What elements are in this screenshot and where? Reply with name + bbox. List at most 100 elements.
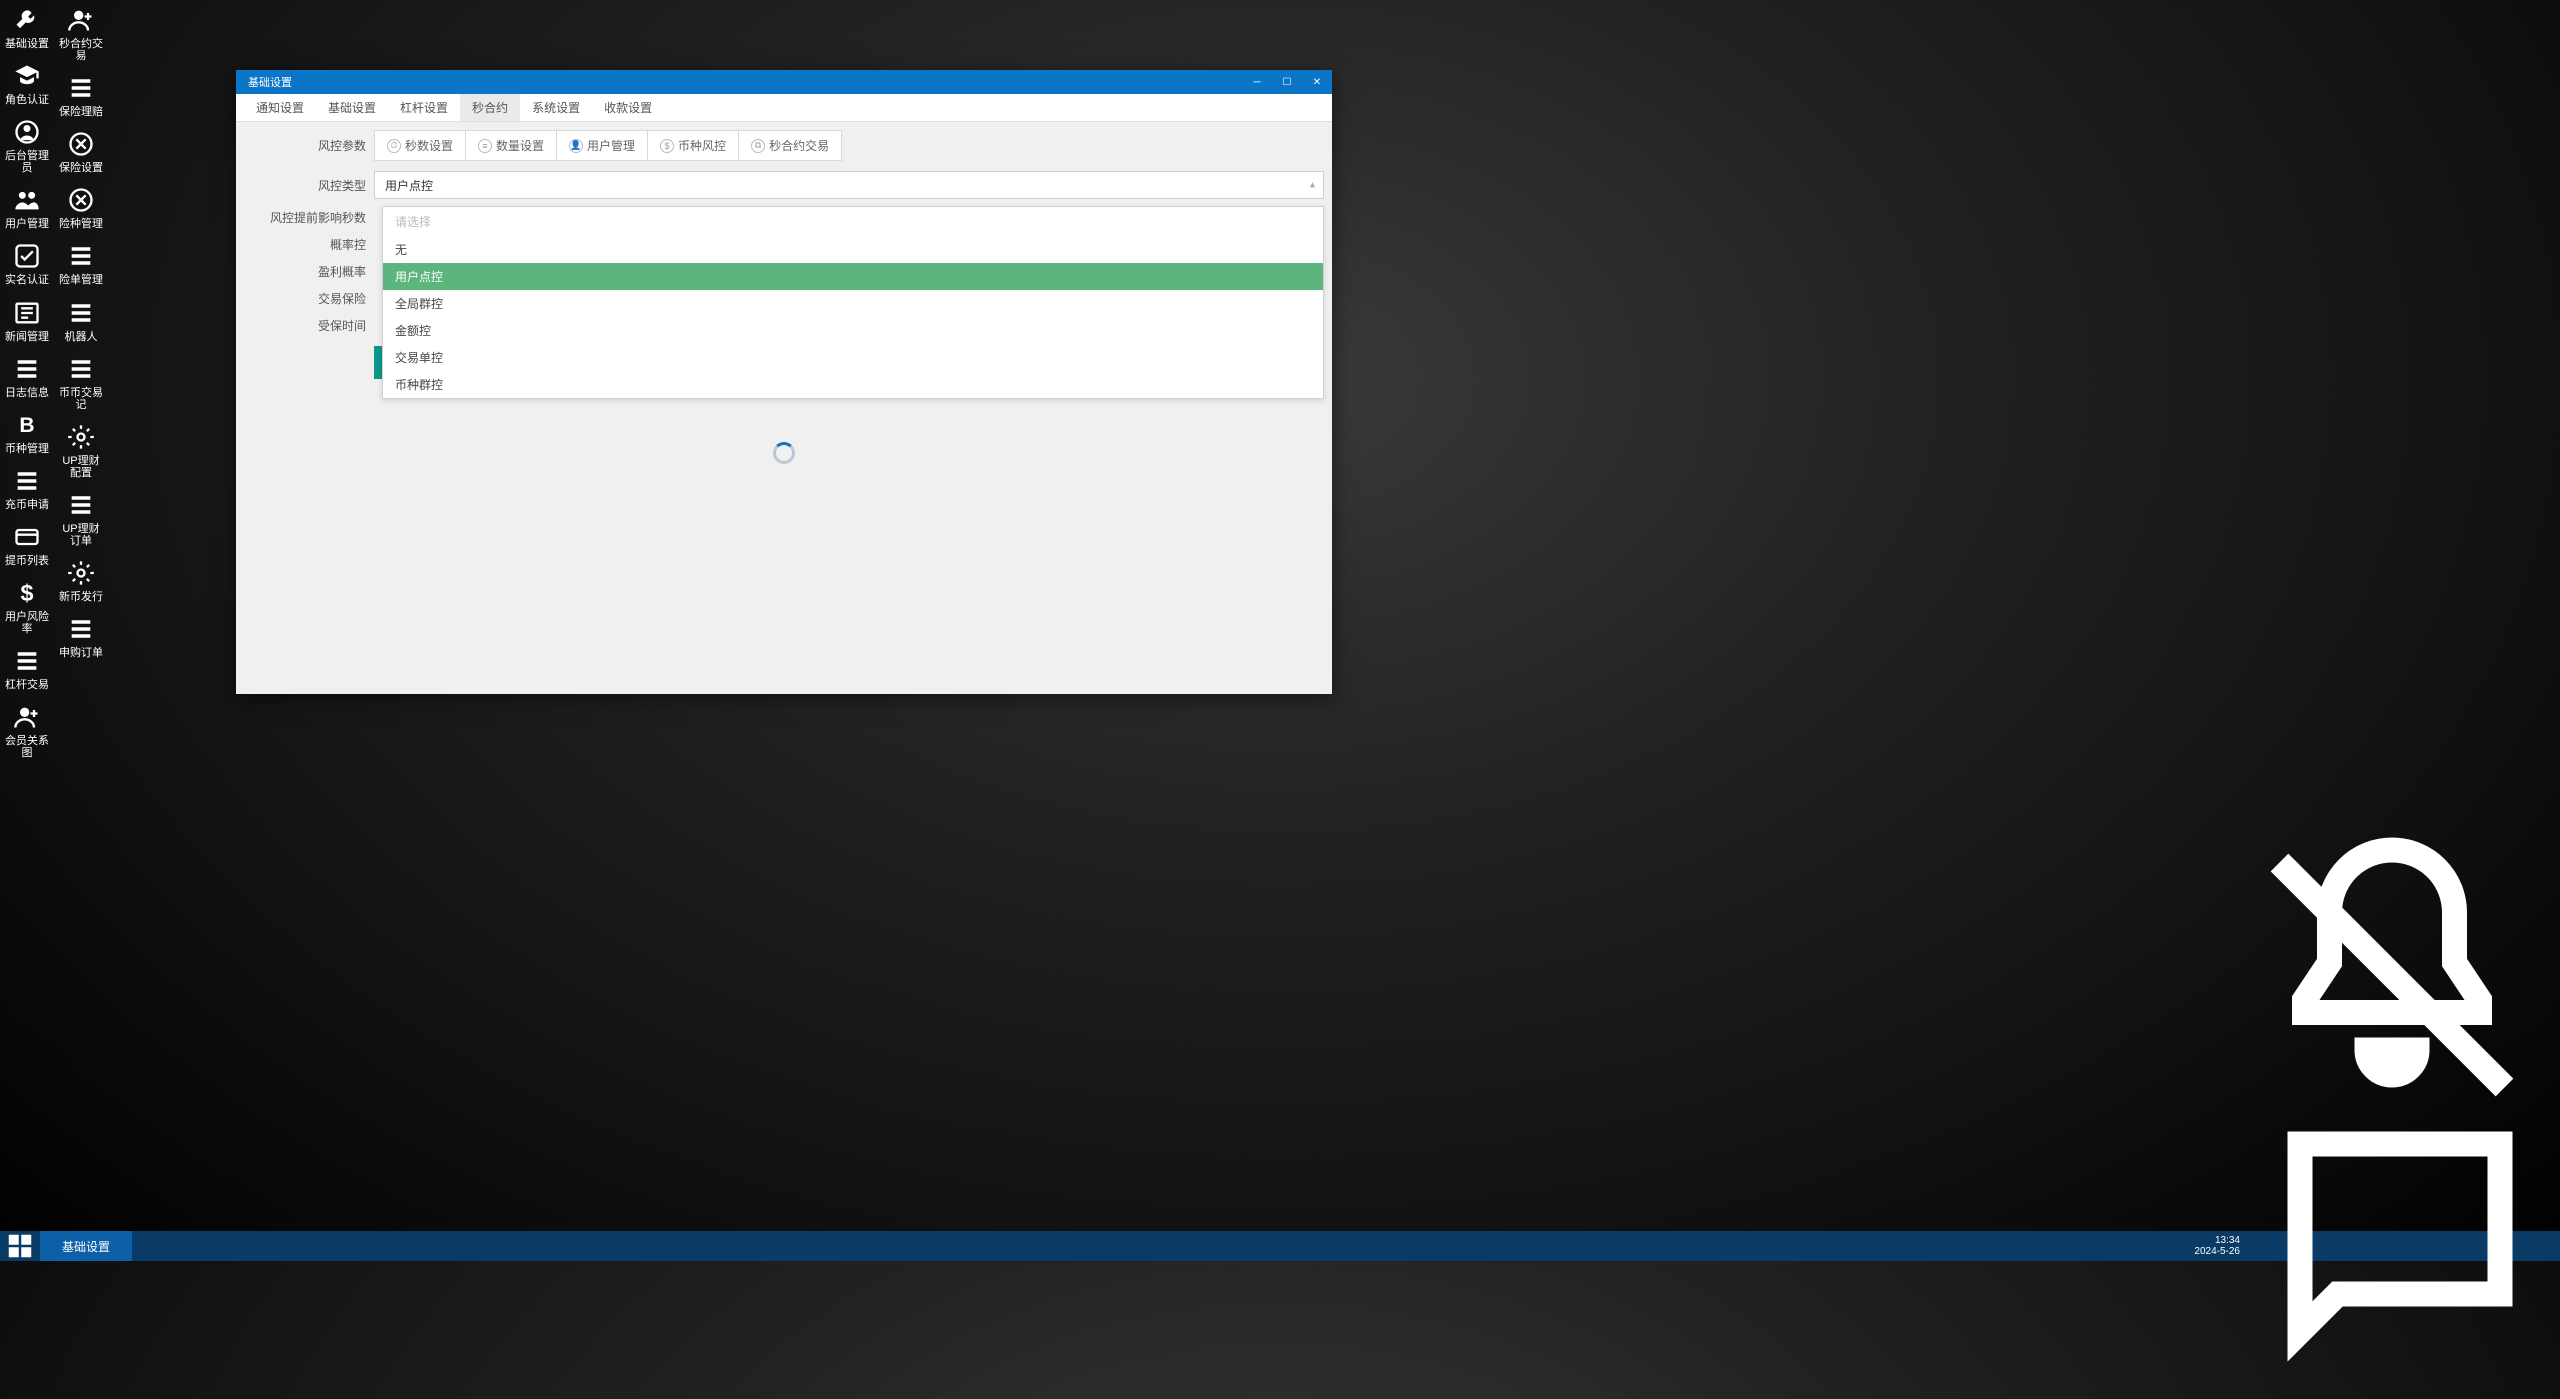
close-button[interactable]: ✕ <box>1302 70 1332 94</box>
subtab-icon: 👤 <box>569 139 583 153</box>
desktop-icon-UP理财配置[interactable]: UP理财配置 <box>58 421 104 481</box>
desktop-icon-用户风险率[interactable]: $ 用户风险率 <box>4 577 50 637</box>
desktop-icon-新币发行[interactable]: 新币发行 <box>58 557 104 605</box>
desktop-icon-保险理赔[interactable]: 保险理赔 <box>58 72 104 120</box>
list-icon <box>13 355 41 383</box>
wrench-icon <box>13 6 41 34</box>
card-icon <box>13 523 41 551</box>
window-content: 风控参数 ⏱秒数设置 ≡ 数量设置 👤用户管理$币种风控⧉秒合约交易 风控类型 用户点… <box>236 122 1332 694</box>
desktop-icon-基础设置[interactable]: 基础设置 <box>4 4 50 52</box>
desktop-icon-会员关系图[interactable]: 会员关系图 <box>4 701 50 761</box>
prob-label: 概率控 <box>244 236 374 253</box>
desktop-icon-后台管理员[interactable]: 后台管理员 <box>4 116 50 176</box>
desktop-icon-label: 杠杆交易 <box>5 679 49 691</box>
loading-spinner-icon <box>773 442 795 464</box>
subtab-秒合约交易[interactable]: ⧉秒合约交易 <box>739 131 841 160</box>
desktop-icon-实名认证[interactable]: 实名认证 <box>4 240 50 288</box>
check-icon <box>13 242 41 270</box>
list-icon <box>67 355 95 383</box>
prot-label: 受保时间 <box>244 317 374 334</box>
settings-window: 基础设置 ─ ☐ ✕ 通知设置基础设置杠杆设置秒合约系统设置收款设置 风控参数 … <box>236 70 1332 694</box>
desktop-icon-充币申请[interactable]: 充币申请 <box>4 465 50 513</box>
dropdown-option[interactable]: 金额控 <box>383 317 1323 344</box>
desktop-icon-label: 机器人 <box>65 331 98 343</box>
desktop-icon-label: 秒合约交易 <box>58 38 104 62</box>
desktop-icon-label: 保险理赔 <box>59 106 103 118</box>
desktop-icon-label: 实名认证 <box>5 274 49 286</box>
news-icon <box>13 299 41 327</box>
dropdown-option[interactable]: 全局群控 <box>383 290 1323 317</box>
notifications-muted-icon[interactable] <box>2242 825 2542 1131</box>
dropdown-option[interactable]: 交易单控 <box>383 344 1323 371</box>
svg-text:B: B <box>19 414 34 437</box>
subtabs: ⏱秒数设置 ≡ 数量设置 👤用户管理$币种风控⧉秒合约交易 <box>374 130 842 161</box>
ins-label: 交易保险 <box>244 290 374 307</box>
desktop-icon-UP理财订单[interactable]: UP理财订单 <box>58 489 104 549</box>
desktop: 基础设置角色认证后台管理员用户管理实名认证新闻管理日志信息B币种管理充币申请提币… <box>0 0 2560 1261</box>
subtab-label: 秒合约交易 <box>769 137 829 154</box>
desktop-icon-币币交易记[interactable]: 币币交易记 <box>58 353 104 413</box>
desktop-icon-label: 用户风险率 <box>4 611 50 635</box>
desktop-icon-险单管理[interactable]: 险单管理 <box>58 240 104 288</box>
tab-收款设置[interactable]: 收款设置 <box>592 94 664 121</box>
window-title: 基础设置 <box>236 74 304 90</box>
minimize-button[interactable]: ─ <box>1242 70 1272 94</box>
list-icon <box>13 467 41 495</box>
desktop-icon-label: UP理财订单 <box>58 523 104 547</box>
dropdown-option[interactable]: 无 <box>383 236 1323 263</box>
type-label: 风控类型 <box>244 177 374 194</box>
desktop-icon-申购订单[interactable]: 申购订单 <box>58 613 104 661</box>
desktop-icon-label: 币种管理 <box>5 443 49 455</box>
start-button[interactable] <box>0 1231 40 1261</box>
chat-icon[interactable] <box>2250 1094 2550 1399</box>
desktop-icon-机器人[interactable]: 机器人 <box>58 297 104 345</box>
desktop-icon-label: 日志信息 <box>5 387 49 399</box>
tab-系统设置[interactable]: 系统设置 <box>520 94 592 121</box>
tab-杠杆设置[interactable]: 杠杆设置 <box>388 94 460 121</box>
desktop-icon-label: 用户管理 <box>5 218 49 230</box>
param-label: 风控参数 <box>244 137 374 154</box>
userplus-icon <box>67 6 95 34</box>
subtab-label: 数量设置 <box>496 137 544 154</box>
list-icon <box>67 491 95 519</box>
dropdown-option[interactable]: 币种群控 <box>383 371 1323 398</box>
desktop-icon-label: 新币发行 <box>59 591 103 603</box>
taskbar-task[interactable]: 基础设置 <box>40 1231 132 1261</box>
desktop-icon-label: 基础设置 <box>5 38 49 50</box>
dropdown-option[interactable]: 用户点控 <box>383 263 1323 290</box>
risk-type-dropdown[interactable]: 请选择 无用户点控全局群控金额控交易单控币种群控 <box>382 206 1324 399</box>
grad-icon <box>13 62 41 90</box>
subtab-用户管理[interactable]: 👤用户管理 <box>557 131 648 160</box>
userplus-icon <box>13 703 41 731</box>
desktop-icon-label: 充币申请 <box>5 499 49 511</box>
risk-type-select[interactable]: 用户点控 ▴ <box>374 171 1324 199</box>
desktop-icon-label: 提币列表 <box>5 555 49 567</box>
desktop-icon-用户管理[interactable]: 用户管理 <box>4 184 50 232</box>
tab-基础设置[interactable]: 基础设置 <box>316 94 388 121</box>
desktop-icon-提币列表[interactable]: 提币列表 <box>4 521 50 569</box>
maximize-button[interactable]: ☐ <box>1272 70 1302 94</box>
dollar-icon: $ <box>13 579 41 607</box>
tab-通知设置[interactable]: 通知设置 <box>244 94 316 121</box>
dropdown-placeholder: 请选择 <box>383 207 1323 236</box>
desktop-icon-保险设置[interactable]: 保险设置 <box>58 128 104 176</box>
desktop-icon-角色认证[interactable]: 角色认证 <box>4 60 50 108</box>
desktop-icon-label: 申购订单 <box>59 647 103 659</box>
desktop-icon-新闻管理[interactable]: 新闻管理 <box>4 297 50 345</box>
subtab-秒数设置[interactable]: ⏱秒数设置 <box>375 131 466 160</box>
titlebar[interactable]: 基础设置 ─ ☐ ✕ <box>236 70 1332 94</box>
desktop-icon-杠杆交易[interactable]: 杠杆交易 <box>4 645 50 693</box>
subtab-label: 秒数设置 <box>405 137 453 154</box>
subtab-币种风控[interactable]: $币种风控 <box>648 131 739 160</box>
desktop-icon-label: 币币交易记 <box>58 387 104 411</box>
subtab-icon: ≡ <box>478 139 492 153</box>
desktop-icon-币种管理[interactable]: B 币种管理 <box>4 409 50 457</box>
desktop-icon-日志信息[interactable]: 日志信息 <box>4 353 50 401</box>
subtab-数量设置[interactable]: ≡ 数量设置 <box>466 131 557 160</box>
list-icon <box>67 74 95 102</box>
desktop-icon-险种管理[interactable]: 险种管理 <box>58 184 104 232</box>
tab-秒合约[interactable]: 秒合约 <box>460 94 520 121</box>
system-tray: 13:34 2024-5-26 <box>2184 1231 2560 1261</box>
clock[interactable]: 13:34 2024-5-26 <box>2194 1235 2240 1257</box>
desktop-icon-秒合约交易[interactable]: 秒合约交易 <box>58 4 104 64</box>
